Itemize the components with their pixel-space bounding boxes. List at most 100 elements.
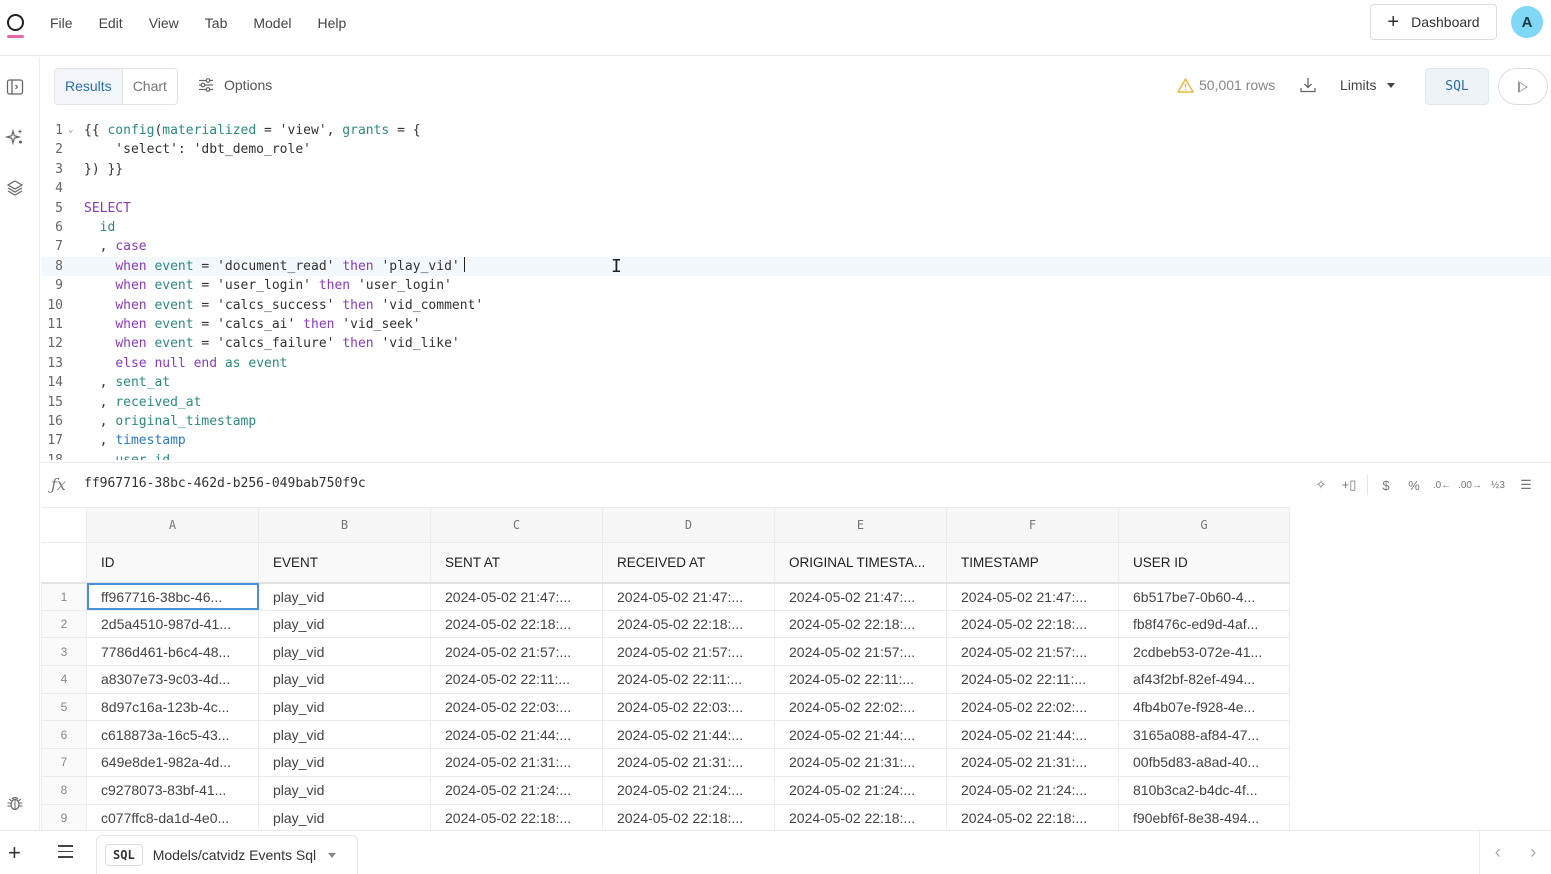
code-line[interactable]: 3}) }} [41, 160, 1551, 179]
code-line[interactable]: 8 when event = 'document_read' then 'pla… [41, 256, 1551, 277]
corner-cell[interactable] [41, 507, 87, 543]
new-tab-plus-icon[interactable]: + [8, 840, 21, 866]
sql-editor[interactable]: 1 ⌄ {{ config(materialized = 'view', grant… [41, 118, 1551, 460]
table-cell[interactable]: 2024-05-02 22:03:... [602, 692, 775, 722]
table-cell[interactable]: 2024-05-02 22:11:... [774, 665, 947, 694]
chevron-down-icon[interactable] [328, 852, 337, 858]
row-number[interactable]: 6 [41, 720, 87, 750]
table-cell[interactable]: 2024-05-02 21:31:... [430, 748, 603, 777]
table-cell[interactable]: 810b3ca2-b4dc-4f... [1118, 775, 1290, 805]
wrap-text-icon[interactable]: ⤶ [1540, 477, 1551, 493]
code-line[interactable]: 1 ⌄ {{ config(materialized = 'view', grant… [41, 121, 1551, 140]
currency-format-icon[interactable]: $ [1372, 478, 1400, 493]
table-cell[interactable]: 2024-05-02 22:18:... [602, 803, 775, 830]
menu-tab[interactable]: Tab [205, 14, 228, 32]
table-cell[interactable]: 2024-05-02 22:18:... [430, 803, 603, 830]
table-cell[interactable]: 2024-05-02 22:18:... [946, 803, 1119, 830]
sparkle-ai-icon[interactable] [5, 127, 25, 147]
table-cell[interactable]: 8d97c16a-123b-4c... [86, 692, 259, 722]
column-header[interactable]: ORIGINAL TIMESTA... [774, 542, 947, 584]
sidebar-toggle-icon[interactable] [5, 77, 25, 97]
table-cell[interactable]: 3165a088-af84-47... [1118, 720, 1290, 750]
table-cell[interactable]: 2024-05-02 22:02:... [946, 692, 1119, 722]
code-line[interactable]: 7 , case [41, 237, 1551, 256]
column-header[interactable]: SENT AT [430, 542, 603, 584]
column-letter-e[interactable]: E [774, 507, 947, 543]
app-logo[interactable] [6, 12, 26, 38]
table-cell[interactable]: 2024-05-02 21:57:... [430, 637, 603, 667]
column-header[interactable]: EVENT [258, 542, 431, 584]
table-cell[interactable]: play_vid [258, 775, 431, 805]
code-line[interactable]: 12 when event = 'calcs_failure' then 'vi… [41, 334, 1551, 353]
table-cell[interactable]: 2024-05-02 22:18:... [602, 609, 775, 639]
table-cell[interactable]: fb8f476c-ed9d-4af... [1118, 609, 1290, 639]
code-line[interactable]: 10 when event = 'calcs_success' then 'vi… [41, 296, 1551, 315]
code-line[interactable]: 16 , original_timestamp [41, 412, 1551, 431]
table-cell[interactable]: af43f2bf-82ef-494... [1118, 665, 1290, 694]
row-number[interactable]: 4 [41, 665, 87, 694]
table-cell[interactable]: 2024-05-02 22:02:... [774, 692, 947, 722]
column-header[interactable]: USER ID [1118, 542, 1290, 584]
table-cell[interactable]: 2024-05-02 21:44:... [774, 720, 947, 750]
code-line[interactable]: 5 SELECT [41, 199, 1551, 218]
table-cell[interactable]: play_vid [258, 609, 431, 639]
table-cell[interactable]: play_vid [258, 582, 431, 611]
editor-tab[interactable]: SQL Models/catvidz Events Sql [96, 835, 358, 874]
table-cell[interactable]: 2d5a4510-987d-41... [86, 609, 259, 639]
avatar[interactable]: A [1511, 6, 1543, 38]
table-cell[interactable]: 2024-05-02 21:24:... [602, 775, 775, 805]
column-header[interactable]: RECEIVED AT [602, 542, 775, 584]
percent-format-icon[interactable]: % [1400, 478, 1428, 493]
tabs-menu-icon[interactable] [58, 841, 73, 862]
layers-icon[interactable] [5, 178, 25, 198]
row-number[interactable]: 8 [41, 775, 87, 805]
table-cell[interactable]: 4fb4b07e-f928-4e... [1118, 692, 1290, 722]
column-header[interactable]: ID [86, 542, 259, 584]
code-line[interactable]: 9 when event = 'user_login' then 'user_l… [41, 276, 1551, 295]
table-cell[interactable]: 2024-05-02 21:47:... [602, 582, 775, 611]
code-line[interactable]: 2 'select': 'dbt_demo_role' [41, 140, 1551, 159]
table-cell[interactable]: 2024-05-02 22:03:... [430, 692, 603, 722]
table-cell[interactable]: 2024-05-02 21:47:... [430, 582, 603, 611]
table-cell[interactable]: a8307e73-9c03-4d... [86, 665, 259, 694]
table-cell[interactable]: c077ffc8-da1d-4e0... [86, 803, 259, 830]
table-cell[interactable]: 2024-05-02 21:24:... [430, 775, 603, 805]
table-cell[interactable]: play_vid [258, 720, 431, 750]
menu-view[interactable]: View [149, 14, 179, 32]
row-number[interactable]: 9 [41, 803, 87, 830]
table-cell[interactable]: 2024-05-02 21:24:... [946, 775, 1119, 805]
table-cell[interactable]: 2024-05-02 22:11:... [602, 665, 775, 694]
table-cell[interactable]: 00fb5d83-a8ad-40... [1118, 748, 1290, 777]
table-cell[interactable]: play_vid [258, 748, 431, 777]
table-cell[interactable]: c618873a-16c5-43... [86, 720, 259, 750]
table-cell[interactable]: 2024-05-02 21:31:... [602, 748, 775, 777]
table-cell[interactable]: play_vid [258, 665, 431, 694]
run-button[interactable] [1498, 68, 1548, 105]
table-cell[interactable]: 2024-05-02 21:44:... [602, 720, 775, 750]
fold-chevron-icon[interactable]: ⌄ [68, 121, 73, 140]
table-cell[interactable]: ff967716-38bc-46... [86, 582, 259, 611]
column-letter-f[interactable]: F [946, 507, 1119, 543]
add-column-icon[interactable]: +▯ [1335, 477, 1363, 493]
limits-dropdown[interactable]: Limits [1340, 77, 1395, 93]
table-cell[interactable]: 2024-05-02 21:57:... [946, 637, 1119, 667]
table-cell[interactable]: 2024-05-02 21:47:... [946, 582, 1119, 611]
code-line[interactable]: 13 else null end as event [41, 354, 1551, 373]
row-number[interactable]: 5 [41, 692, 87, 722]
sparkle-ai-icon[interactable]: ✧ [1307, 477, 1335, 493]
increase-decimal-icon[interactable]: .00→ [1456, 480, 1484, 491]
code-line[interactable]: 15 , received_at [41, 393, 1551, 412]
code-line[interactable]: 18 , user_id [41, 451, 1551, 460]
table-cell[interactable]: 2024-05-02 21:47:... [774, 582, 947, 611]
row-number[interactable]: 2 [41, 609, 87, 639]
number-format-icon[interactable]: ½3 [1484, 480, 1512, 491]
table-cell[interactable]: 2024-05-02 21:31:... [774, 748, 947, 777]
table-cell[interactable]: c9278073-83bf-41... [86, 775, 259, 805]
table-cell[interactable]: 649e8de1-982a-4d... [86, 748, 259, 777]
menu-edit[interactable]: Edit [99, 14, 123, 32]
table-cell[interactable]: 2024-05-02 21:31:... [946, 748, 1119, 777]
column-letter-g[interactable]: G [1118, 507, 1290, 543]
table-cell[interactable]: 2024-05-02 21:44:... [946, 720, 1119, 750]
table-cell[interactable]: play_vid [258, 692, 431, 722]
row-number[interactable]: 1 [41, 582, 87, 611]
